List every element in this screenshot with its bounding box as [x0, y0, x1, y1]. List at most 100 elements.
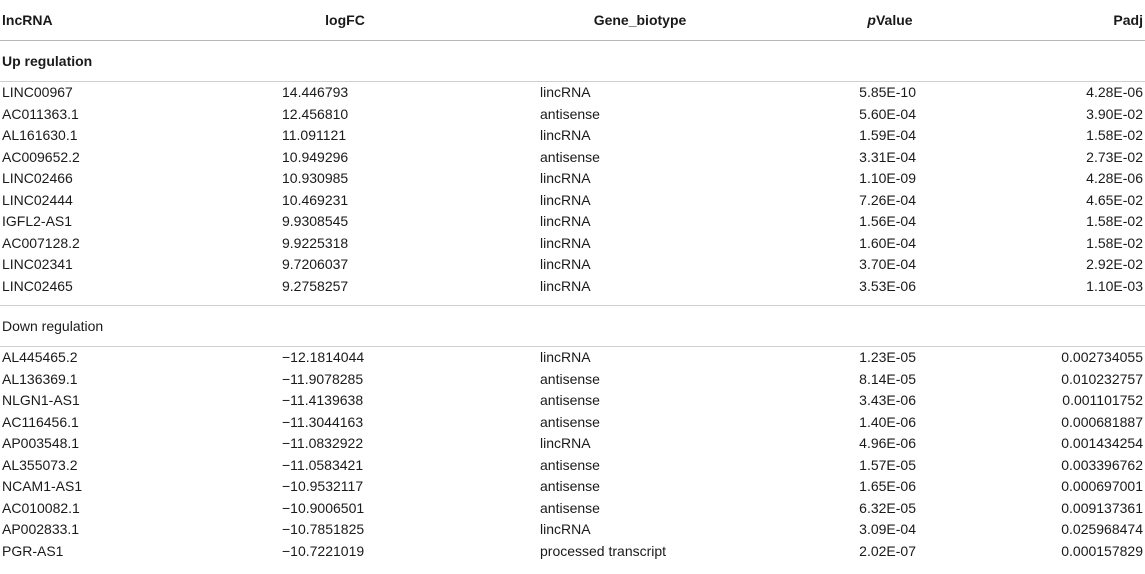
table-row: LINC00967 14.446793 lincRNA 5.85E-10 4.28E-0…	[0, 81, 1145, 103]
cell-padj: 0.000697001	[1061, 478, 1143, 495]
table-row: AC116456.1 −11.3044163 antisense 1.40E-06 0.…	[0, 411, 1145, 433]
cell-gene-biotype: antisense	[540, 105, 600, 122]
cell-lncrna: LINC02465	[2, 277, 73, 294]
cell-lncrna: AC011363.1	[2, 105, 79, 122]
cell-logfc: 9.2758257	[282, 277, 349, 294]
cell-logfc: 12.456810	[282, 105, 349, 122]
cell-gene-biotype: lincRNA	[540, 170, 591, 187]
cell-logfc: −11.0832922	[282, 435, 364, 452]
cell-pvalue: 2.02E-07	[859, 542, 916, 559]
cell-gene-biotype: processed transcript	[540, 542, 667, 559]
cell-padj: 3.90E-02	[1086, 105, 1143, 122]
cell-padj: 0.000681887	[1061, 413, 1143, 430]
lncrna-table: lncRNA logFC Gene_biotype pValue Padj Up…	[0, 0, 1145, 566]
cell-logfc: 10.930985	[282, 170, 349, 187]
cell-gene-biotype: lincRNA	[540, 277, 591, 294]
cell-gene-biotype: lincRNA	[540, 349, 591, 366]
cell-lncrna: AC116456.1	[2, 413, 79, 430]
cell-logfc: −11.4139638	[282, 392, 364, 409]
cell-logfc: −11.0583421	[282, 456, 364, 473]
cell-lncrna: AL161630.1	[2, 127, 78, 144]
cell-logfc: 9.9308545	[282, 213, 349, 230]
table-row: PGR-AS1 −10.7221019 processed transcript 2.…	[0, 540, 1145, 562]
cell-lncrna: PGR-AS1	[2, 542, 64, 559]
table-row: AC010082.1 −10.9006501 antisense 6.32E-05 0.…	[0, 497, 1145, 519]
table-row: AL136369.1 −11.9078285 antisense 8.14E-05 0.…	[0, 368, 1145, 390]
cell-logfc: 11.091121	[282, 127, 347, 144]
cell-logfc: −10.7221019	[282, 542, 365, 559]
header-lncrna: lncRNA	[0, 0, 200, 41]
cell-logfc: −12.1814044	[282, 349, 365, 366]
cell-padj: 2.92E-02	[1086, 256, 1143, 273]
cell-lncrna: AP002833.1	[2, 521, 80, 538]
cell-pvalue: 3.43E-06	[859, 392, 916, 409]
cell-lncrna: LINC02341	[2, 256, 73, 273]
table-row: LINC02444 10.469231 lincRNA 7.26E-04 4.65E-0…	[0, 189, 1145, 211]
cell-padj: 0.003396762	[1061, 456, 1143, 473]
header-row: lncRNA logFC Gene_biotype pValue Padj	[0, 0, 1145, 41]
cell-gene-biotype: lincRNA	[540, 435, 591, 452]
cell-padj: 0.000157829	[1061, 542, 1143, 559]
cell-logfc: −10.9006501	[282, 499, 365, 516]
cell-pvalue: 3.09E-04	[859, 521, 916, 538]
cell-gene-biotype: lincRNA	[540, 256, 591, 273]
table-row: AC011363.1 12.456810 antisense 5.60E-04 3.90…	[0, 103, 1145, 125]
cell-lncrna: NLGN1-AS1	[2, 392, 80, 409]
group-label-row: Down regulation	[0, 304, 1145, 347]
cell-pvalue: 1.40E-06	[859, 413, 916, 430]
table-row: AC009652.2 10.949296 antisense 3.31E-04 2.73…	[0, 146, 1145, 168]
header-logfc: logFC	[200, 0, 490, 41]
cell-pvalue: 1.65E-06	[859, 478, 916, 495]
table-row: AL355073.2 −11.0583421 antisense 1.57E-05 0.…	[0, 454, 1145, 476]
cell-lncrna: AC007128.2	[2, 234, 80, 251]
table-row: AC007128.2 9.9225318 lincRNA 1.60E-04 1.58E-…	[0, 232, 1145, 254]
cell-padj: 4.28E-06	[1086, 170, 1143, 187]
cell-lncrna: AL136369.1	[2, 370, 78, 387]
cell-lncrna: AL355073.2	[2, 456, 78, 473]
header-padj: Padj	[990, 0, 1145, 41]
table-row: LINC02466 10.930985 lincRNA 1.10E-09 4.28E-0…	[0, 168, 1145, 190]
cell-gene-biotype: antisense	[540, 392, 600, 409]
cell-padj: 1.58E-02	[1086, 127, 1143, 144]
cell-padj: 2.73E-02	[1086, 148, 1143, 165]
cell-gene-biotype: antisense	[540, 456, 600, 473]
cell-lncrna: LINC00967	[2, 84, 73, 101]
group-label-row: Up regulation	[0, 40, 1145, 82]
cell-logfc: 10.949296	[282, 148, 349, 165]
cell-pvalue: 5.60E-04	[859, 105, 916, 122]
cell-pvalue: 1.59E-04	[859, 127, 916, 144]
cell-logfc: 9.7206037	[282, 256, 349, 273]
cell-lncrna: AL445465.2	[2, 349, 78, 366]
cell-gene-biotype: lincRNA	[540, 127, 591, 144]
header-gene-biotype: Gene_biotype	[490, 0, 790, 41]
cell-padj: 0.010232757	[1061, 370, 1143, 387]
header-pvalue: pValue	[790, 0, 990, 41]
header-pvalue-text: Value	[875, 11, 913, 28]
group-up-regulation: Up regulation LINC00967 14.446793 lincRNA 5…	[0, 40, 1145, 301]
cell-lncrna: LINC02466	[2, 170, 73, 187]
cell-pvalue: 6.32E-05	[859, 499, 916, 516]
cell-padj: 4.28E-06	[1086, 84, 1143, 101]
cell-gene-biotype: antisense	[540, 478, 600, 495]
cell-padj: 0.025968474	[1061, 521, 1143, 538]
cell-padj: 0.001101752	[1062, 392, 1143, 409]
cell-logfc: −10.9532117	[282, 478, 364, 495]
cell-pvalue: 1.57E-05	[859, 456, 916, 473]
table-row: NLGN1-AS1 −11.4139638 antisense 3.43E-06 0.0…	[0, 390, 1145, 412]
cell-pvalue: 8.14E-05	[859, 370, 916, 387]
table-row: AL161630.1 11.091121 lincRNA 1.59E-04 1.58E-…	[0, 125, 1145, 147]
cell-logfc: 9.9225318	[282, 234, 349, 251]
cell-logfc: 14.446793	[282, 84, 349, 101]
cell-padj: 0.002734055	[1061, 349, 1143, 366]
table-row: IGFL2-AS1 9.9308545 lincRNA 1.56E-04 1.58E-0…	[0, 211, 1145, 233]
cell-gene-biotype: lincRNA	[540, 521, 591, 538]
cell-lncrna: LINC02444	[2, 191, 73, 208]
cell-padj: 4.65E-02	[1086, 191, 1143, 208]
cell-gene-biotype: lincRNA	[540, 213, 591, 230]
cell-gene-biotype: antisense	[540, 499, 600, 516]
cell-pvalue: 1.23E-05	[859, 349, 916, 366]
group-down-regulation: Down regulation AL445465.2 −12.1814044 lin…	[0, 301, 1145, 566]
table-row: AP002833.1 −10.7851825 lincRNA 3.09E-04 0.02…	[0, 519, 1145, 541]
cell-gene-biotype: lincRNA	[540, 234, 591, 251]
cell-pvalue: 1.60E-04	[859, 234, 916, 251]
